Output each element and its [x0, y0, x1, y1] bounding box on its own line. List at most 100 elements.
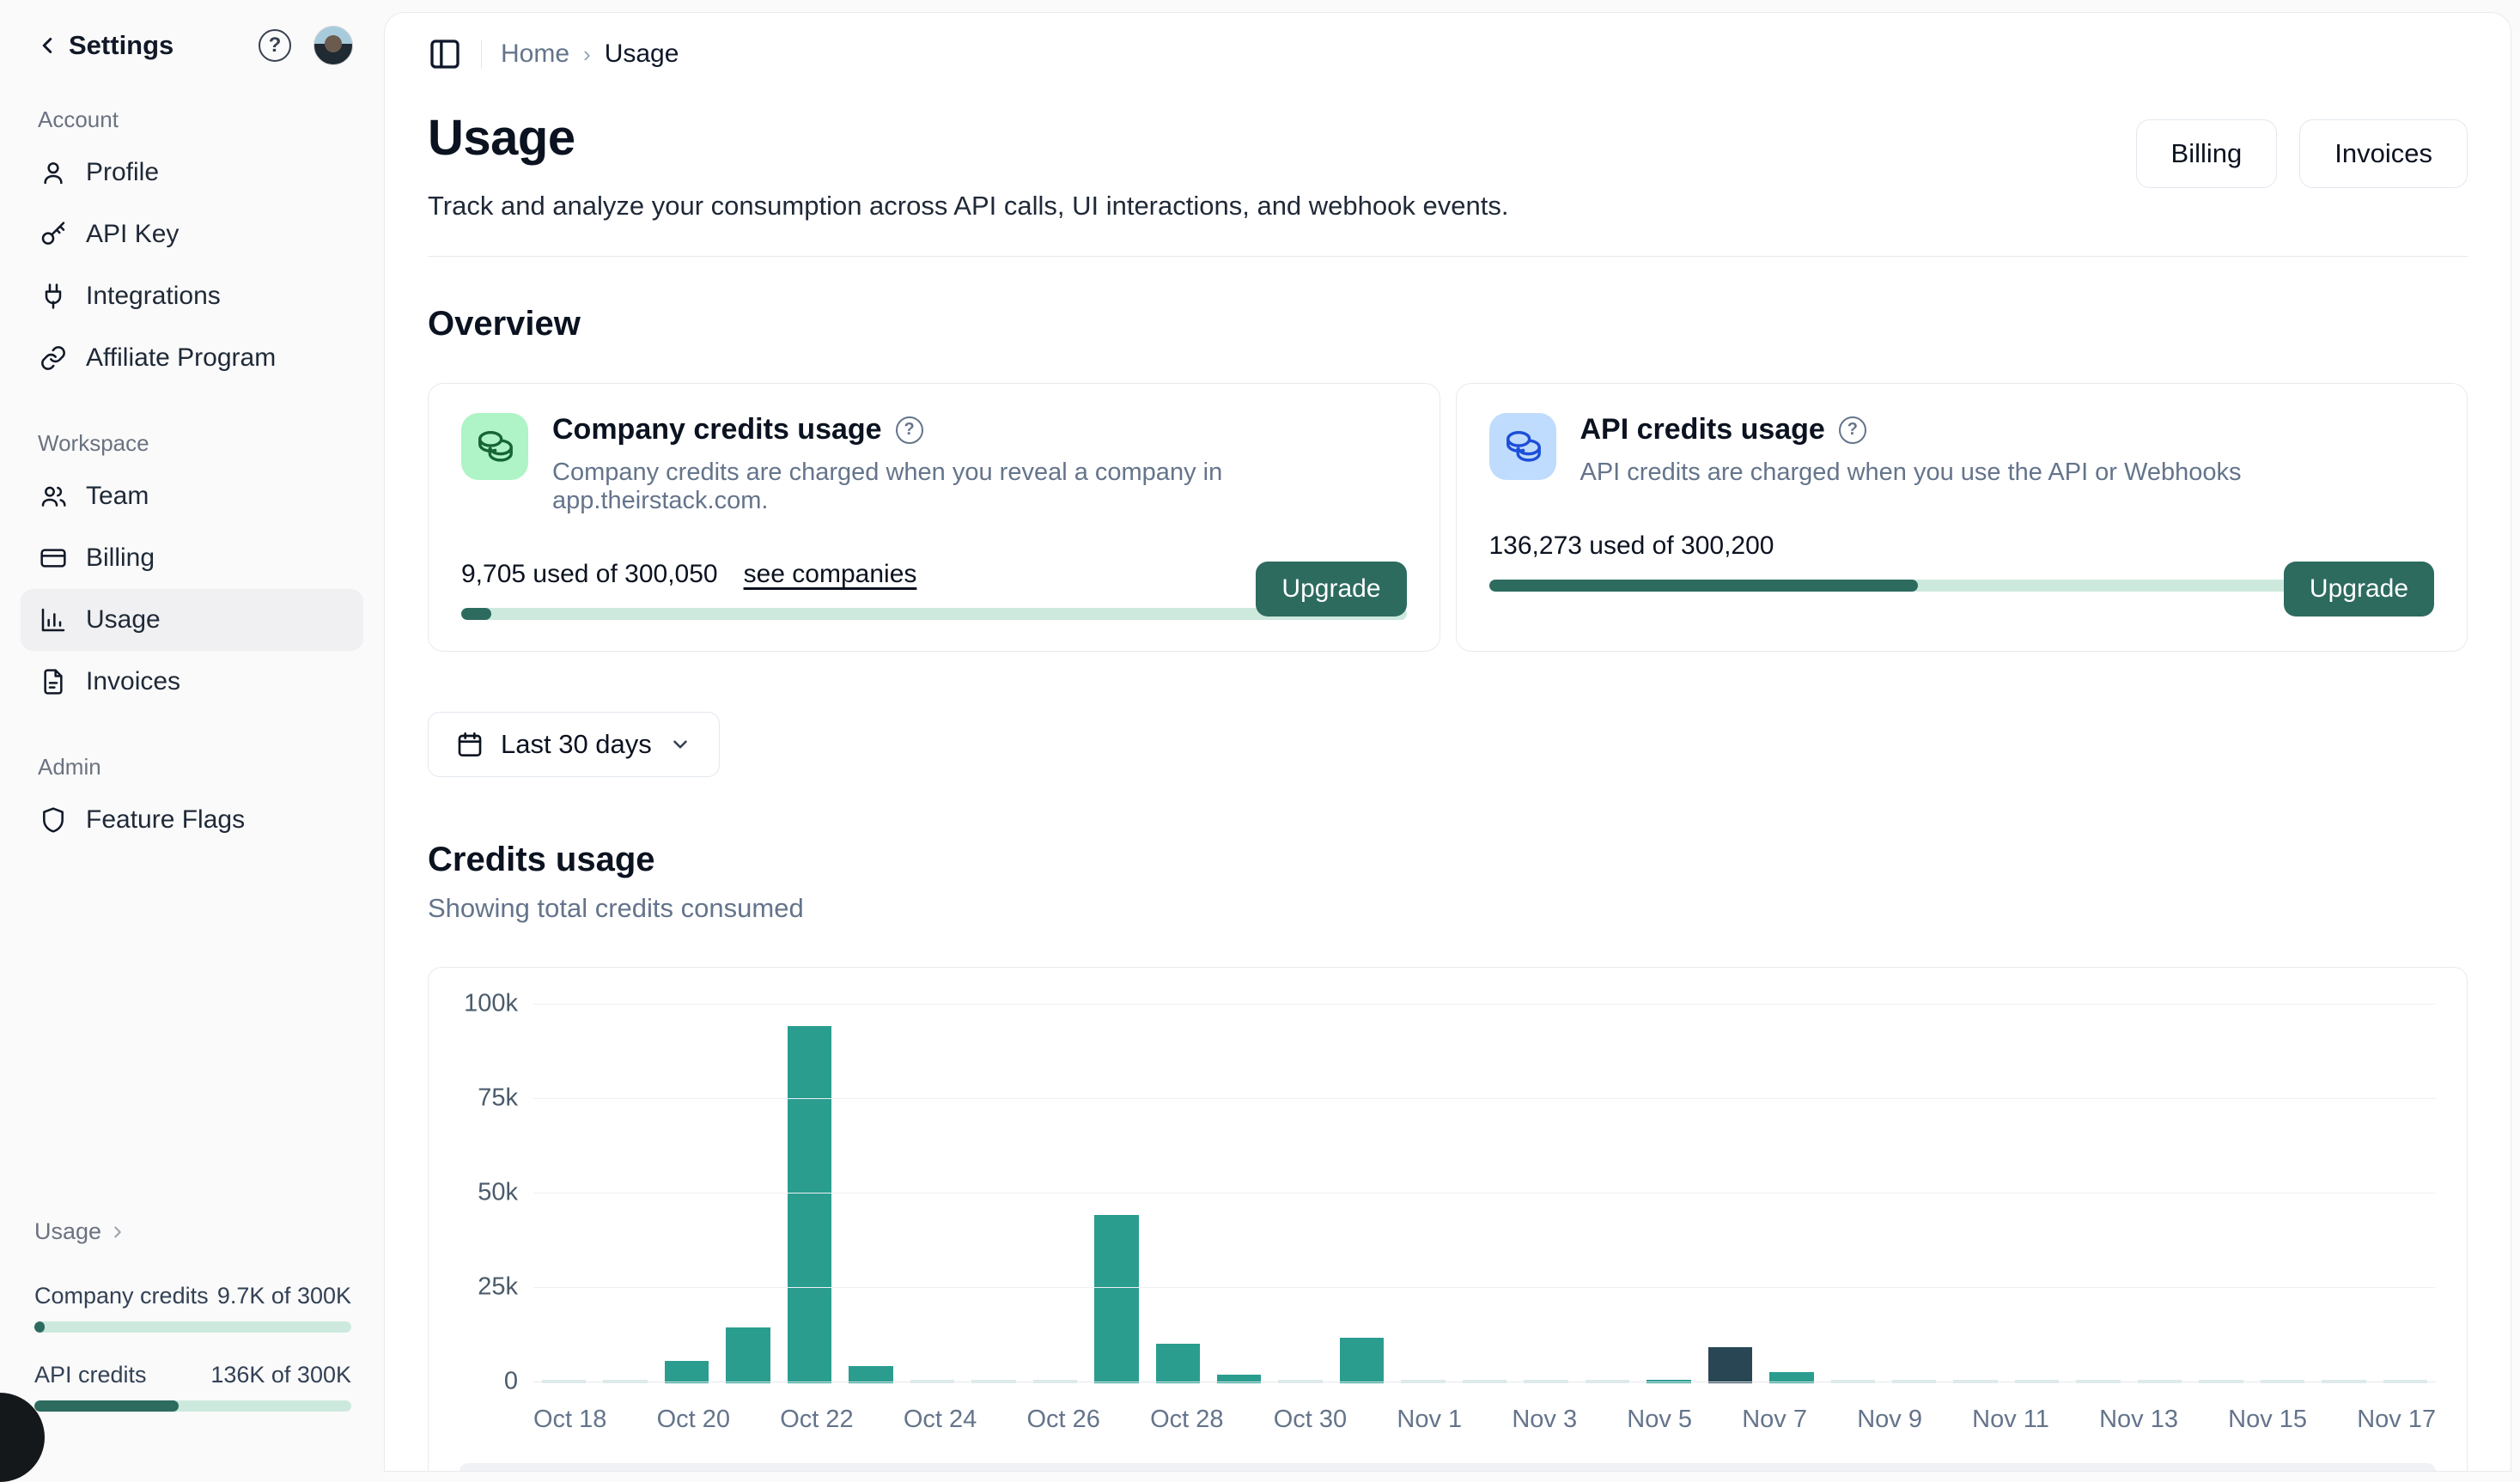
- x-tick-label: Oct 30: [1274, 1406, 1347, 1434]
- x-tick-label: [977, 1406, 1026, 1434]
- x-tick-label: Nov 9: [1857, 1406, 1922, 1434]
- breadcrumb-home[interactable]: Home: [501, 39, 569, 69]
- sidebar-item-label: Affiliate Program: [86, 343, 276, 373]
- divider: [481, 39, 482, 69]
- users-icon: [40, 483, 67, 510]
- x-tick-label: [1922, 1406, 1972, 1434]
- help-icon[interactable]: ?: [896, 416, 923, 444]
- section-label-workspace: Workspace: [0, 430, 384, 457]
- api-credits-value: 136K of 300K: [210, 1362, 351, 1388]
- sidebar-item-profile[interactable]: Profile: [21, 142, 363, 203]
- api-credits-label: API credits: [34, 1362, 147, 1388]
- x-tick-label: [1807, 1406, 1857, 1434]
- company-credits-value: 9.7K of 300K: [217, 1283, 351, 1309]
- sidebar-item-label: Usage: [86, 605, 161, 635]
- y-tick-label: 75k: [478, 1084, 518, 1113]
- x-tick-label: Oct 28: [1150, 1406, 1223, 1434]
- x-tick-label: Nov 11: [1972, 1406, 2049, 1434]
- user-icon: [40, 159, 67, 186]
- shield-icon: [40, 806, 67, 834]
- usage-text: 9,705 used of 300,050: [461, 560, 718, 589]
- usage-summary-title: Usage: [34, 1218, 101, 1245]
- help-icon[interactable]: ?: [1839, 416, 1866, 444]
- file-text-icon: [40, 668, 67, 695]
- x-tick-label: Oct 24: [904, 1406, 977, 1434]
- back-label: Settings: [69, 30, 173, 61]
- link-icon: [40, 344, 67, 372]
- main-panel: Home › Usage Usage Track and analyze you…: [384, 12, 2511, 1472]
- sidebar-item-team[interactable]: Team: [21, 465, 363, 527]
- bar-chart-icon: [40, 606, 67, 634]
- sidebar-item-label: API Key: [86, 220, 179, 249]
- x-tick-label: Nov 5: [1627, 1406, 1692, 1434]
- gridline: [533, 1287, 2436, 1288]
- breadcrumb-current: Usage: [605, 39, 679, 69]
- api-credits-card: API credits usage ? API credits are char…: [1456, 383, 2468, 652]
- section-label-admin: Admin: [0, 754, 384, 780]
- sidebar-item-affiliate-program[interactable]: Affiliate Program: [21, 327, 363, 389]
- x-tick-label: Oct 18: [533, 1406, 606, 1434]
- api-credits-meter: [34, 1400, 351, 1412]
- help-icon[interactable]: ?: [259, 29, 291, 62]
- page-subtitle: Track and analyze your consumption acros…: [428, 191, 1508, 222]
- sidebar-item-invoices[interactable]: Invoices: [21, 651, 363, 713]
- sidebar-usage-summary: Usage Company credits 9.7K of 300K API c…: [0, 1218, 384, 1412]
- x-tick-label: Oct 26: [1027, 1406, 1100, 1434]
- sidebar-item-billing[interactable]: Billing: [21, 527, 363, 589]
- sidebar-toggle-button[interactable]: [428, 37, 462, 71]
- panel-left-icon: [428, 37, 462, 71]
- x-tick-label: Nov 15: [2228, 1406, 2307, 1434]
- usage-summary-link[interactable]: Usage: [34, 1218, 351, 1245]
- invoices-button[interactable]: Invoices: [2299, 119, 2468, 188]
- chevron-right-icon: [108, 1223, 127, 1242]
- date-range-select[interactable]: Last 30 days: [428, 712, 720, 777]
- x-tick-label: Nov 13: [2099, 1406, 2178, 1434]
- sidebar-item-label: Feature Flags: [86, 805, 245, 835]
- upgrade-button[interactable]: Upgrade: [1256, 562, 1406, 616]
- y-tick-label: 50k: [478, 1179, 518, 1207]
- company-credits-card: Company credits usage ? Company credits …: [428, 383, 1440, 652]
- sidebar-item-label: Billing: [86, 544, 155, 573]
- overview-heading: Overview: [428, 305, 2468, 343]
- company-credits-label: Company credits: [34, 1283, 209, 1309]
- x-tick-label: Nov 1: [1397, 1406, 1462, 1434]
- billing-button[interactable]: Billing: [2136, 119, 2278, 188]
- x-tick-label: Nov 17: [2357, 1406, 2436, 1434]
- sidebar-item-label: Integrations: [86, 282, 221, 311]
- x-tick-label: [1692, 1406, 1742, 1434]
- usage-text: 136,273 used of 300,200: [1489, 531, 1774, 561]
- api-coins-icon: [1489, 413, 1556, 480]
- x-tick-label: [730, 1406, 780, 1434]
- sidebar-item-api-key[interactable]: API Key: [21, 203, 363, 265]
- sidebar-item-integrations[interactable]: Integrations: [21, 265, 363, 327]
- section-label-account: Account: [0, 106, 384, 133]
- plug-icon: [40, 282, 67, 310]
- key-icon: [40, 221, 67, 248]
- date-range-value: Last 30 days: [501, 729, 652, 760]
- y-tick-label: 25k: [478, 1273, 518, 1302]
- company-credits-meter: [34, 1321, 351, 1333]
- gridline: [533, 1004, 2436, 1005]
- settings-sidebar: Settings ? Account Profile API Key Integ…: [0, 0, 384, 1437]
- page-title: Usage: [428, 109, 1508, 167]
- chevron-left-icon: [34, 33, 60, 58]
- chart-legend: API Credits190,432Company Credits9,707: [460, 1463, 2436, 1472]
- x-tick-label: [1100, 1406, 1150, 1434]
- credits-usage-subheading: Showing total credits consumed: [428, 893, 2468, 924]
- x-tick-label: Nov 7: [1742, 1406, 1807, 1434]
- card-title: API credits usage: [1580, 413, 1825, 446]
- x-tick-label: [1462, 1406, 1512, 1434]
- chart-y-axis: 025k50k75k100k: [460, 1002, 533, 1383]
- x-tick-label: [2307, 1406, 2357, 1434]
- y-tick-label: 100k: [464, 990, 518, 1018]
- sidebar-item-usage[interactable]: Usage: [21, 589, 363, 651]
- credits-usage-chart-card: 025k50k75k100k Oct 18Oct 20Oct 22Oct 24O…: [428, 967, 2468, 1472]
- card-title: Company credits usage: [552, 413, 882, 446]
- chevron-down-icon: [669, 733, 691, 756]
- sidebar-item-feature-flags[interactable]: Feature Flags: [21, 789, 363, 851]
- upgrade-button[interactable]: Upgrade: [2284, 562, 2434, 616]
- back-to-settings[interactable]: Settings: [34, 30, 173, 61]
- avatar[interactable]: [313, 26, 353, 65]
- see-companies-link[interactable]: see companies: [744, 560, 917, 589]
- x-tick-label: [606, 1406, 656, 1434]
